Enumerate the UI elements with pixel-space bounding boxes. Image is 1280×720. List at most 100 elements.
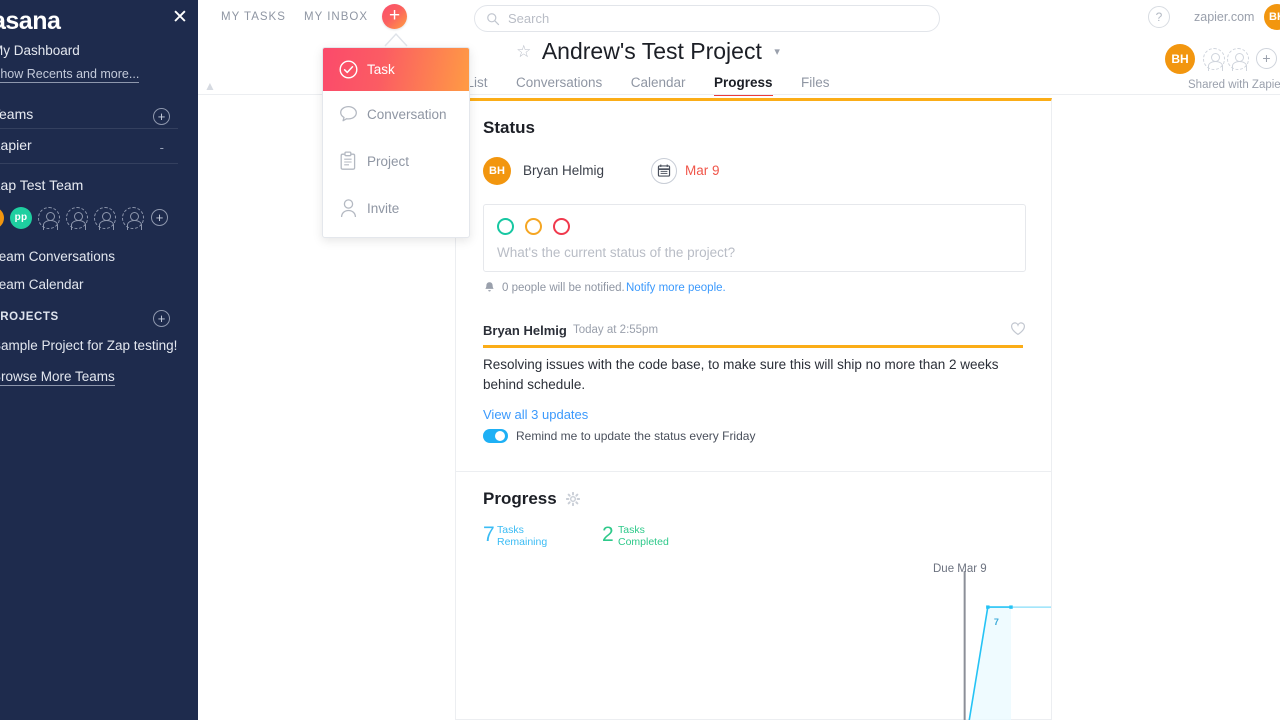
status-option-at-risk[interactable] [525,218,542,235]
sidebar-teams-header-row: Teams + [0,106,182,128]
status-due-date[interactable]: Mar 9 [685,163,720,178]
add-project-plus-icon[interactable]: + [153,310,170,327]
menu-item-label: Conversation [367,107,447,122]
avatar[interactable]: pp [10,207,32,229]
search-icon [487,13,500,26]
tab-progress[interactable]: Progress [713,75,773,96]
shared-with-label: Shared with Zapier [1188,79,1280,91]
avatar[interactable]: BH [1264,4,1280,30]
sidebar-divider-2 [0,163,178,164]
update-accent-bar [483,345,1023,348]
sidebar-item-team-calendar[interactable]: Team Calendar [0,277,84,292]
sidebar-team-zaptest-row[interactable]: Zap Test Team [0,177,182,199]
search-placeholder: Search [508,11,550,26]
clipboard-icon [340,151,356,170]
sidebar-divider-1 [0,128,178,129]
add-button[interactable]: + [382,4,407,29]
tab-conversations[interactable]: Conversations [516,75,602,96]
calendar-icon[interactable] [651,158,677,184]
person-icon [340,199,357,218]
dropdown-caret-icon [384,32,408,47]
status-update-input[interactable]: What's the current status of the project… [483,204,1026,272]
sidebar-project-sample[interactable]: Sample Project for Zap testing! [0,338,177,353]
share-plus-icon[interactable]: + [1256,48,1277,69]
avatar[interactable]: BH [0,207,4,229]
ghost-avatar-icon[interactable] [94,207,116,230]
ghost-avatar-icon[interactable] [122,207,144,230]
sidebar-team-zapier-dash: - [159,140,164,155]
ghost-avatar-icon[interactable] [1203,48,1225,71]
sidebar-item-show-recents[interactable]: Show Recents and more... [0,67,140,83]
sidebar-item-my-dashboard[interactable]: My Dashboard [0,43,80,58]
chevron-down-icon[interactable]: ▾ [774,45,780,58]
menu-item-project[interactable]: Project [323,138,469,185]
tab-calendar[interactable]: Calendar [631,75,686,96]
menu-item-label: Project [367,154,410,169]
chart-data-point[interactable] [1009,605,1013,609]
sidebar-team-zapier-row[interactable]: Zapier - [0,137,182,159]
sidebar-team-zaptest-label: Zap Test Team [0,177,84,193]
progress-panel: Status BH Bryan Helmig Mar 9 What's the … [455,98,1052,720]
status-author-name: Bryan Helmig [523,163,605,178]
help-icon[interactable]: ? [1148,6,1170,28]
workspace-domain-label[interactable]: zapier.com [1194,10,1254,24]
update-author-name: Bryan Helmig [483,323,567,338]
sidebar-team-zapier-label: Zapier [0,137,32,153]
status-option-off-track[interactable] [553,218,570,235]
sidebar-content: asana My Dashboard Show Recents and more… [0,0,198,720]
sidebar: asana My Dashboard Show Recents and more… [0,0,198,720]
stat-value: 7 [483,523,495,546]
view-all-updates-link[interactable]: View all 3 updates [483,407,588,422]
update-timestamp: Today at 2:55pm [573,324,659,336]
tab-files[interactable]: Files [801,75,830,96]
gear-icon[interactable] [566,492,580,506]
progress-chart-svg: 7 [963,571,1051,720]
heart-outline-icon[interactable] [1010,321,1026,336]
menu-item-task[interactable]: Task [323,48,469,91]
menu-item-conversation[interactable]: Conversation [323,91,469,138]
menu-item-label: Task [367,62,395,77]
chart-point-label: 7 [994,617,999,627]
nav-my-inbox[interactable]: MY INBOX [304,11,368,23]
app-window: asana My Dashboard Show Recents and more… [0,0,1280,720]
status-heading: Status [483,118,535,137]
speech-bubble-icon [340,105,357,122]
nav-my-tasks[interactable]: MY TASKS [221,11,286,23]
stat-label-line2: Completed [618,536,669,548]
notify-count-text: 0 people will be notified. [502,282,625,294]
avatar[interactable]: BH [1165,44,1195,74]
asana-wordmark: asana [0,7,61,35]
sidebar-projects-header-row: PROJECTS + [0,310,182,333]
due-date-marker-label: Due Mar 9 [933,563,987,575]
chart-data-point[interactable] [986,605,990,609]
update-body-text: Resolving issues with the code base, to … [483,357,999,392]
reminder-toggle[interactable] [483,429,508,443]
chart-series-line [968,606,1011,720]
menu-item-label: Invite [367,201,400,216]
sidebar-browse-more-teams[interactable]: Browse More Teams [0,369,115,386]
stat-value: 2 [602,523,614,546]
chevron-up-icon[interactable]: ▲ [204,80,218,92]
avatar: BH [483,157,511,185]
add-team-plus-icon[interactable]: + [153,108,170,125]
sidebar-member-avatars: BH pp + [0,207,188,231]
menu-item-invite[interactable]: Invite [323,185,469,232]
status-option-on-track[interactable] [497,218,514,235]
ghost-avatar-icon[interactable] [66,207,88,230]
star-outline-icon[interactable]: ☆ [516,42,531,62]
bell-icon [485,282,494,292]
search-input[interactable]: Search [474,5,940,32]
ghost-avatar-icon[interactable] [1227,48,1249,71]
sidebar-item-team-conversations[interactable]: Team Conversations [0,249,115,264]
notify-more-people-link[interactable]: Notify more people. [626,282,726,294]
ghost-avatar-icon[interactable] [38,207,60,230]
close-icon[interactable]: ✕ [170,8,190,28]
add-menu-dropdown: Task Conversation Project Invite [322,47,470,238]
sidebar-projects-header: PROJECTS [0,311,59,323]
invite-member-plus-icon[interactable]: + [151,209,168,226]
top-bar: MY TASKS MY INBOX + Search ? zapier.com … [198,0,1280,37]
stat-label-line1: Tasks [618,524,645,536]
sidebar-teams-header: Teams [0,106,34,122]
progress-chart: 7 [456,561,1051,720]
page-title: Andrew's Test Project [541,38,762,64]
